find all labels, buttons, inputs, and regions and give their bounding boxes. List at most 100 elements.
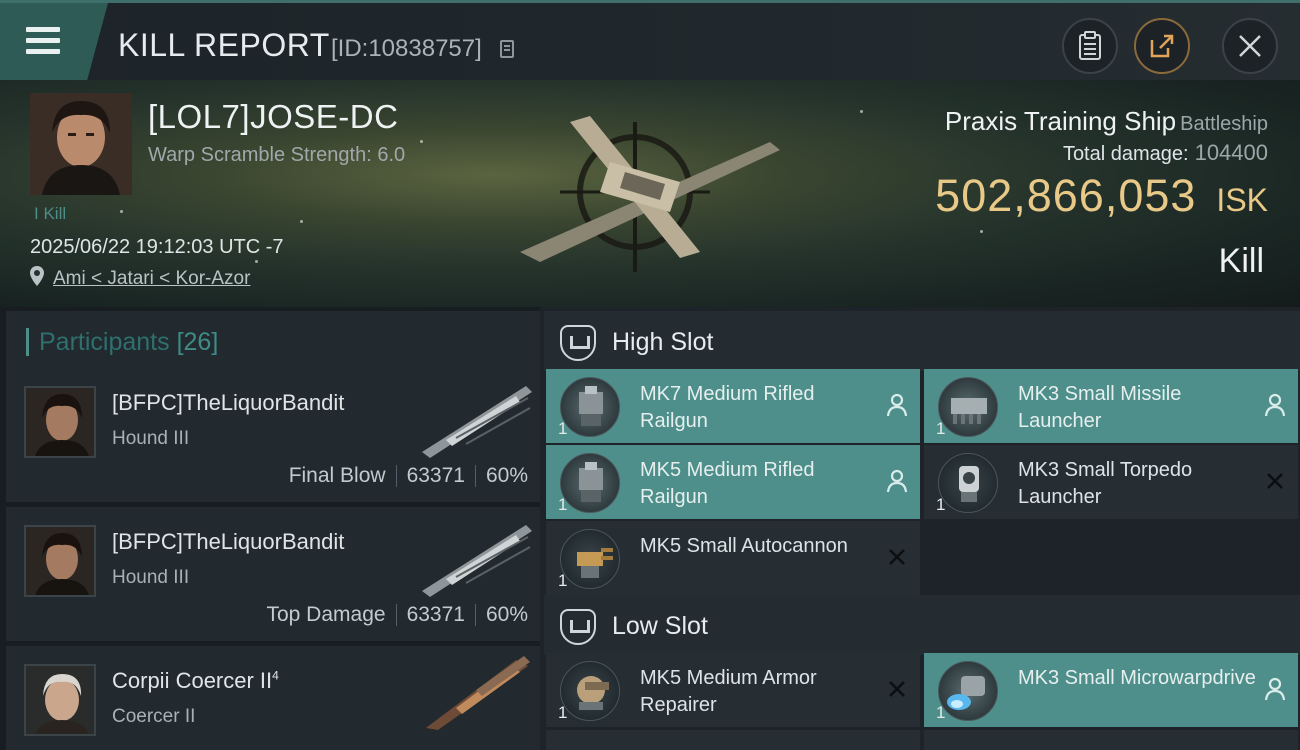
result-label: Kill (1218, 242, 1264, 280)
header-accent (26, 328, 29, 356)
avatar (24, 664, 96, 736)
star (980, 230, 983, 233)
participant-ship-image (426, 656, 530, 730)
victim-portrait[interactable] (30, 93, 132, 195)
low-slot-header: Low Slot (544, 595, 1300, 655)
module-name: MK3 Small Missile Launcher (1018, 383, 1182, 432)
microwarpdrive-icon (938, 661, 998, 721)
module-quantity: 1 (558, 571, 568, 590)
module-item[interactable]: 1 MK3 Small Microwarpdrive (924, 653, 1298, 727)
participant-name: [BFPC]TheLiquorBandit (112, 390, 345, 415)
module-quantity: 1 (558, 495, 568, 514)
participant-row[interactable]: [BFPC]TheLiquorBandit Hound III Final Bl… (6, 368, 540, 502)
pilot-icon (886, 469, 908, 493)
avatar (24, 386, 96, 458)
participant-stats: Top Damage 63371 60% (266, 603, 528, 627)
close-icon (1239, 35, 1261, 57)
avatar-image (26, 527, 94, 595)
location-link[interactable]: Ami < Jatari < Kor-Azor (53, 268, 250, 290)
module-item[interactable] (924, 730, 1298, 750)
module-name: MK3 Small Microwarpdrive (1018, 667, 1256, 689)
participant-ship: Coercer II (112, 706, 196, 727)
railgun-icon (560, 453, 620, 513)
missile-launcher-icon (938, 377, 998, 437)
location-pin-icon (30, 266, 44, 286)
kill-tag: I Kill (34, 204, 67, 223)
ship-class: Battleship (1180, 113, 1268, 135)
pilot-icon (1264, 393, 1286, 417)
damage-percent: 60% (485, 603, 528, 626)
participant-name-text: Corpii Coercer II (112, 668, 273, 693)
module-name: MK5 Medium Armor Repairer (640, 667, 817, 716)
participants-title-text: Participants (39, 328, 170, 356)
railgun-icon (560, 377, 620, 437)
victim-ship: Praxis Training Ship Battleship (945, 106, 1268, 137)
participant-row[interactable]: [BFPC]TheLiquorBandit Hound III Top Dama… (6, 507, 540, 641)
copy-icon[interactable] (500, 40, 514, 58)
report-id: [ID:10838757] (331, 35, 482, 62)
avatar-image (26, 388, 94, 456)
module-item[interactable] (546, 730, 920, 750)
module-item[interactable]: 1 MK3 Small Torpedo Launcher (924, 445, 1298, 519)
menu-button[interactable] (0, 3, 108, 83)
avatar (24, 525, 96, 597)
participant-row[interactable]: Corpii Coercer II4 Coercer II (6, 646, 540, 750)
shield-icon (560, 325, 596, 361)
shield-icon (560, 609, 596, 645)
low-slot-title: Low Slot (612, 612, 708, 640)
fitting-panel: High Slot 1 MK7 Medium Rifled Railgun 1 … (540, 307, 1300, 750)
participant-ship: Hound III (112, 567, 190, 588)
kill-datetime: 2025/06/22 19:12:03 UTC -7 (30, 236, 284, 258)
hamburger-icon (26, 27, 60, 32)
module-item[interactable]: 1 MK5 Medium Rifled Railgun (546, 445, 920, 519)
module-quantity: 1 (558, 419, 568, 438)
participant-name: Corpii Coercer II4 (112, 668, 279, 694)
destroyed-icon (889, 681, 905, 697)
victim-ship-image (520, 116, 780, 272)
hamburger-icon-bar (26, 38, 60, 43)
share-button[interactable] (1134, 18, 1190, 74)
pilot-icon (886, 393, 908, 417)
participants-count: [26] (176, 328, 219, 356)
close-button[interactable] (1222, 18, 1278, 74)
avatar-image (26, 666, 94, 734)
damage-value: 63371 (406, 464, 465, 487)
damage-percent: 60% (485, 464, 528, 487)
high-slot-title: High Slot (612, 328, 714, 356)
module-quantity: 1 (936, 419, 946, 438)
participant-name-sup: 4 (272, 668, 279, 683)
blow-label: Top Damage (266, 603, 386, 626)
participants-panel: Participants [26] [BFPC]TheLiquorBandit … (0, 307, 540, 750)
star (860, 110, 863, 113)
autocannon-icon (560, 529, 620, 589)
total-damage: Total damage: 104400 (1063, 140, 1268, 166)
blow-label: Final Blow (288, 464, 386, 487)
victim-panel: [LOL7]JOSE-DC Warp Scramble Strength: 6.… (0, 80, 1300, 307)
page-title: KILL REPORT (118, 27, 330, 63)
divider (474, 465, 476, 488)
module-name: MK7 Medium Rifled Railgun (640, 383, 815, 432)
module-quantity: 1 (558, 703, 568, 722)
module-item[interactable]: 1 MK3 Small Missile Launcher (924, 369, 1298, 443)
star (300, 220, 303, 223)
isk-unit: ISK (1216, 182, 1268, 218)
victim-name[interactable]: [LOL7]JOSE-DC (148, 98, 398, 136)
module-name: MK5 Small Autocannon (640, 535, 848, 557)
clipboard-button[interactable] (1062, 18, 1118, 74)
module-quantity: 1 (936, 495, 946, 514)
destroyed-icon (1267, 473, 1283, 489)
module-item[interactable]: 1 MK5 Medium Armor Repairer (546, 653, 920, 727)
destroyed-icon (889, 549, 905, 565)
module-item[interactable]: 1 MK5 Small Autocannon (546, 521, 920, 595)
share-icon (1150, 34, 1174, 58)
warp-scramble: Warp Scramble Strength: 6.0 (148, 144, 406, 166)
portrait-image (30, 93, 132, 195)
module-quantity: 1 (936, 703, 946, 722)
module-name: MK5 Medium Rifled Railgun (640, 459, 815, 508)
pilot-icon (1264, 677, 1286, 701)
divider (395, 604, 397, 627)
clipboard-icon (1079, 31, 1101, 60)
ship-name[interactable]: Praxis Training Ship (945, 106, 1176, 136)
module-item[interactable]: 1 MK7 Medium Rifled Railgun (546, 369, 920, 443)
module-name: MK3 Small Torpedo Launcher (1018, 459, 1193, 508)
